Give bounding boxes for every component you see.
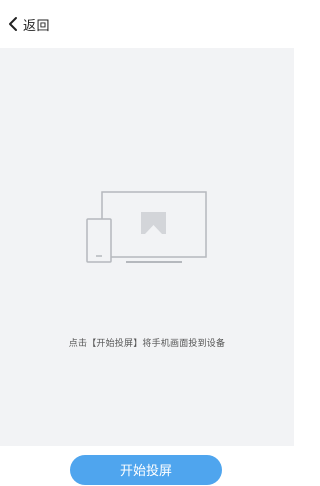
main-content: 点击【开始投屏】将手机画面投到设备 — [0, 48, 294, 446]
hint-text: 点击【开始投屏】将手机画面投到设备 — [68, 339, 226, 349]
top-bar: 返回 — [0, 0, 294, 48]
start-mirroring-button[interactable]: 开始投屏 — [70, 455, 222, 485]
chevron-left-icon — [9, 17, 17, 31]
back-button[interactable]: 返回 — [6, 8, 56, 40]
back-label: 返回 — [23, 18, 51, 34]
screen-mirror-icon — [86, 191, 207, 263]
